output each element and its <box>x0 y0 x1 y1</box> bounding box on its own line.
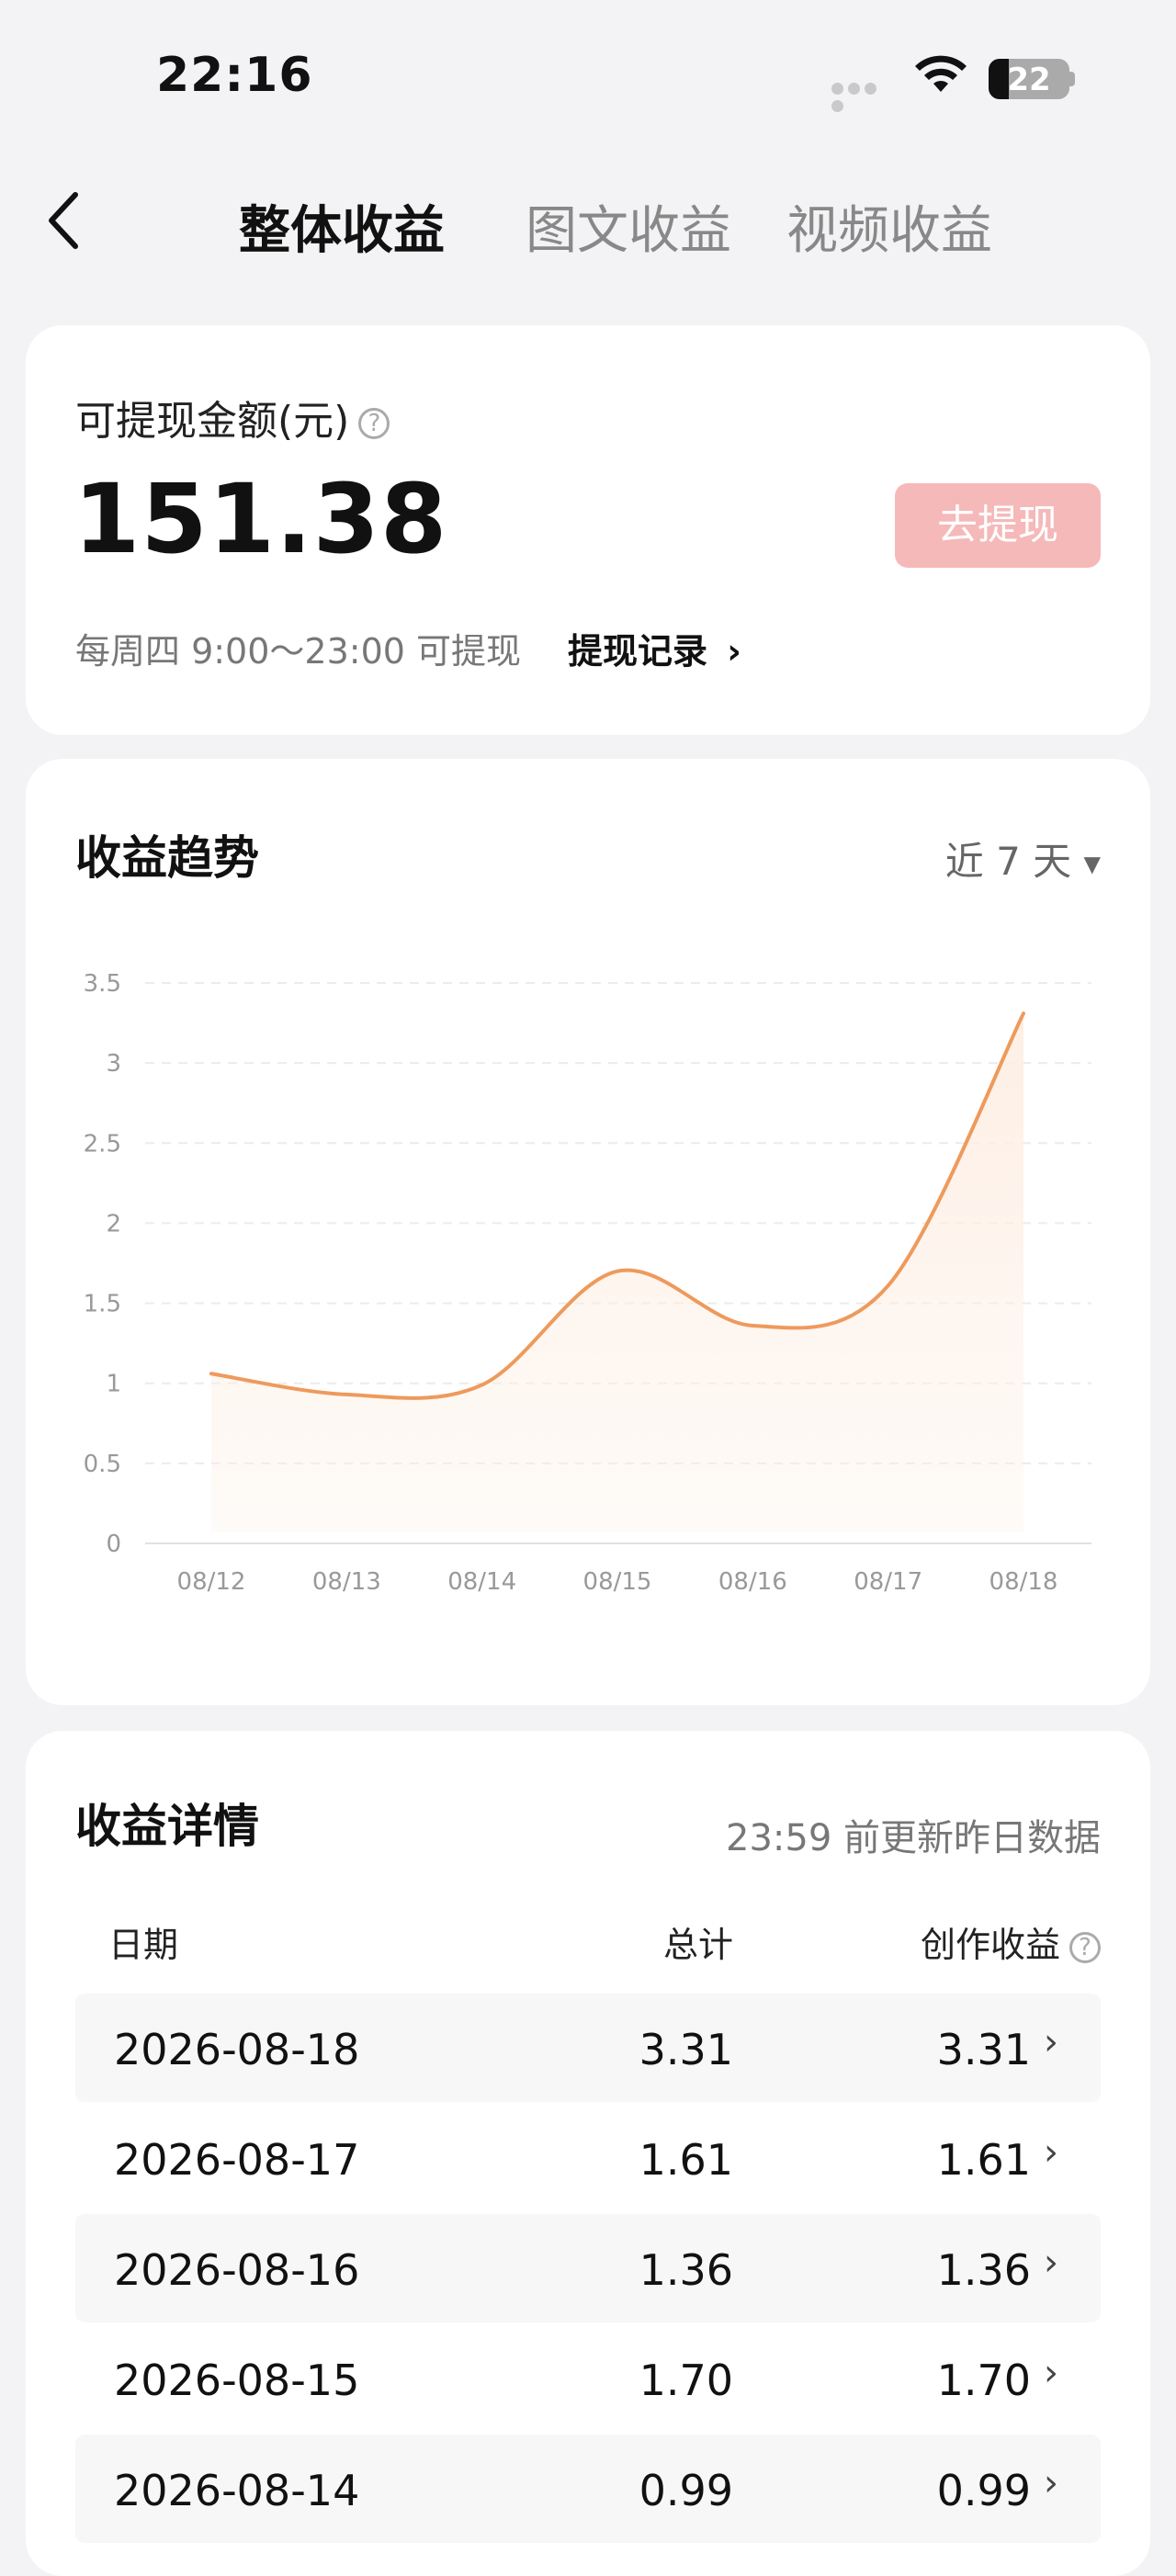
cellular-signal-icon <box>831 81 894 94</box>
chevron-right-icon: › <box>1044 2021 1058 2063</box>
chevron-right-icon: › <box>1044 2352 1058 2394</box>
back-arrow-icon[interactable] <box>40 184 86 257</box>
table-row[interactable]: 2026-08-15 1.70 1.70 › <box>75 2324 1101 2433</box>
withdraw-record-link[interactable]: 提现记录 › <box>568 623 741 673</box>
tab-article-earnings[interactable]: 图文收益 <box>526 189 731 264</box>
chevron-right-icon: › <box>1044 2242 1058 2284</box>
header-creation: 创作收益? <box>921 1916 1101 1967</box>
withdrawable-amount: 151.38 <box>74 463 447 575</box>
tab-video-earnings[interactable]: 视频收益 <box>786 189 992 264</box>
row-total: 1.61 <box>639 2135 733 2185</box>
y-tick-label: 2 <box>106 1210 121 1237</box>
row-creation: 0.99 <box>937 2466 1031 2515</box>
chevron-right-icon: › <box>1044 2131 1058 2174</box>
y-tick-label: 0 <box>106 1531 121 1558</box>
withdraw-schedule-note: 每周四 9:00～23:00 可提现 <box>75 623 521 673</box>
balance-card: 可提现金额(元)? 151.38 去提现 每周四 9:00～23:00 可提现 … <box>26 325 1150 735</box>
status-time: 22:16 <box>156 48 313 103</box>
withdrawable-label: 可提现金额(元)? <box>75 388 390 446</box>
y-tick-label: 3.5 <box>84 970 121 998</box>
y-tick-label: 0.5 <box>84 1451 121 1478</box>
x-tick-label: 08/18 <box>989 1568 1058 1596</box>
table-row[interactable]: 2026-08-17 1.61 1.61 › <box>75 2104 1101 2212</box>
trend-card: 收益趋势 近 7 天 ▼ 00.511.522.533.508/1208/130… <box>26 759 1150 1705</box>
row-total: 1.36 <box>639 2245 733 2295</box>
header-total: 总计 <box>663 1916 733 1967</box>
row-total: 3.31 <box>639 2025 733 2074</box>
x-tick-label: 08/15 <box>583 1568 652 1596</box>
withdrawable-label-text: 可提现金额(元) <box>75 398 349 445</box>
row-creation: 1.61 <box>937 2135 1031 2185</box>
x-tick-label: 08/17 <box>854 1568 922 1596</box>
withdraw-button[interactable]: 去提现 <box>895 483 1101 568</box>
row-total: 1.70 <box>639 2356 733 2405</box>
details-card: 收益详情 23:59 前更新昨日数据 日期 总计 创作收益? 2026-08-1… <box>26 1731 1150 2576</box>
y-tick-label: 1.5 <box>84 1291 121 1318</box>
header-date: 日期 <box>108 1916 178 1967</box>
table-row[interactable]: 2026-08-18 3.31 3.31 › <box>75 1994 1101 2102</box>
earnings-trend-chart: 0 0.5 1 1.5 2 2.5 3 3.5 08/12 08/13 08/14 08/15 08/1… <box>26 759 1150 1705</box>
chevron-right-icon: › <box>1044 2462 1058 2504</box>
y-tick-label: 3 <box>106 1050 121 1078</box>
row-date: 2026-08-14 <box>114 2466 359 2515</box>
row-date: 2026-08-15 <box>114 2356 359 2405</box>
y-tick-label: 2.5 <box>84 1130 121 1158</box>
battery-level: 22 <box>989 62 1069 98</box>
table-row[interactable]: 2026-08-16 1.36 1.36 › <box>75 2214 1101 2322</box>
row-creation: 1.70 <box>937 2356 1031 2405</box>
x-tick-label: 08/16 <box>718 1568 787 1596</box>
row-total: 0.99 <box>639 2466 733 2515</box>
row-creation: 1.36 <box>937 2245 1031 2295</box>
x-tick-label: 08/12 <box>177 1568 246 1596</box>
update-note: 23:59 前更新昨日数据 <box>726 1808 1101 1861</box>
tab-overall-earnings[interactable]: 整体收益 <box>239 189 445 264</box>
row-date: 2026-08-16 <box>114 2245 359 2295</box>
row-date: 2026-08-17 <box>114 2135 359 2185</box>
y-tick-label: 1 <box>106 1371 121 1398</box>
battery-cap <box>1069 72 1075 86</box>
table-row[interactable]: 2026-08-14 0.99 0.99 › <box>75 2435 1101 2543</box>
withdraw-record-label: 提现记录 <box>568 631 707 672</box>
chevron-right-icon: › <box>727 631 741 672</box>
x-tick-label: 08/14 <box>447 1568 516 1596</box>
battery-icon: 22 <box>989 59 1069 99</box>
row-creation: 3.31 <box>937 2025 1031 2074</box>
details-title: 收益详情 <box>75 1790 259 1856</box>
help-icon[interactable]: ? <box>358 408 390 439</box>
row-date: 2026-08-18 <box>114 2025 359 2074</box>
help-icon[interactable]: ? <box>1069 1932 1101 1963</box>
wifi-icon <box>913 55 968 96</box>
header-creation-label: 创作收益 <box>921 1925 1060 1965</box>
x-tick-label: 08/13 <box>312 1568 381 1596</box>
